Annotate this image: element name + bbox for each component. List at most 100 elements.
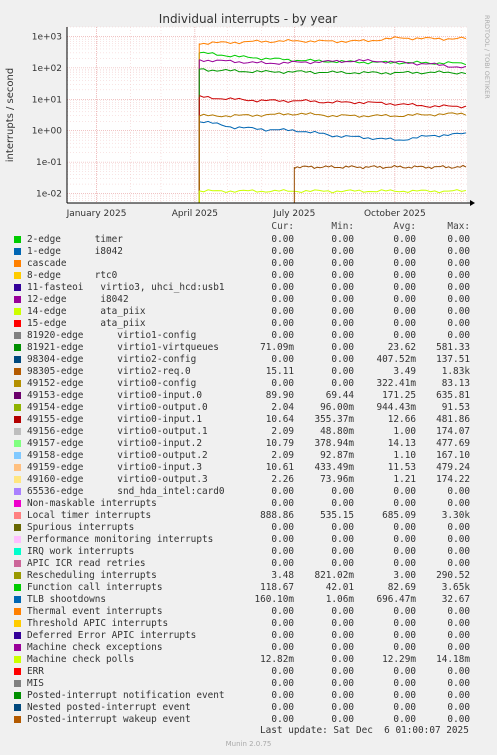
legend-label: 49158-edge virtio0-output.2: [27, 450, 208, 461]
legend-swatch: [14, 248, 21, 255]
legend-min: 0.00: [331, 630, 354, 641]
legend-swatch: [14, 596, 21, 603]
legend-min: 0.00: [331, 558, 354, 569]
legend-row: 1-edge i8042 0.00 0.00 0.00 0.00: [0, 246, 497, 258]
legend-max: 481.86: [436, 414, 470, 425]
legend-min: 0.00: [331, 270, 354, 281]
legend-min: 0.00: [331, 246, 354, 257]
legend-max: 1.83k: [441, 366, 470, 377]
legend-swatch: [14, 404, 21, 411]
legend-label: Deferred Error APIC interrupts: [27, 630, 197, 641]
legend-max: 0.00: [447, 618, 470, 629]
legend-row: IRQ work interrupts 0.00 0.00 0.00 0.00: [0, 546, 497, 558]
legend-row: 49152-edge virtio0-config 0.00 0.00 322.41m…: [0, 378, 497, 390]
y-tick-label: 1e+03: [32, 32, 62, 42]
legend-row: 12-edge i8042 0.00 0.00 0.00 0.00: [0, 294, 497, 306]
legend-label: ERR: [27, 666, 44, 677]
legend-row: Rescheduling interrupts 3.48 821.02m 3.00 29…: [0, 570, 497, 582]
legend-label: 1-edge i8042: [27, 246, 123, 257]
legend-swatch: [14, 512, 21, 519]
legend-min: 0.00: [331, 666, 354, 677]
legend-swatch: [14, 368, 21, 375]
legend-row: Machine check exceptions 0.00 0.00 0.00 0.00: [0, 642, 497, 654]
legend-min: 0.00: [331, 546, 354, 557]
legend-label: 11-fasteoi virtio3, uhci_hcd:usb1: [27, 282, 225, 293]
legend-row: 14-edge ata_piix 0.00 0.00 0.00 0.00: [0, 306, 497, 318]
legend-max: 3.30k: [441, 510, 470, 521]
legend-row: Local timer interrupts 888.86 535.15 685.09…: [0, 510, 497, 522]
legend-max: 0.00: [447, 330, 470, 341]
legend-swatch: [14, 560, 21, 567]
legend-row: 49154-edge virtio0-output.0 2.04 96.00m 944…: [0, 402, 497, 414]
legend-swatch: [14, 668, 21, 675]
legend-max: 0.00: [447, 258, 470, 269]
header-min: Min:: [331, 221, 354, 232]
legend-swatch: [14, 440, 21, 447]
legend-row: 49159-edge virtio0-input.3 10.61 433.49m 11…: [0, 462, 497, 474]
legend-min: 0.00: [331, 378, 354, 389]
legend-min: 0.00: [331, 702, 354, 713]
legend-min: 355.37m: [314, 414, 354, 425]
legend-max: 0.00: [447, 294, 470, 305]
legend-label: 49156-edge virtio0-output.1: [27, 426, 208, 437]
legend-row: 8-edge rtc0 0.00 0.00 0.00 0.00: [0, 270, 497, 282]
legend-swatch: [14, 332, 21, 339]
x-axis-arrow: [470, 200, 475, 206]
legend-label: 49155-edge virtio0-input.1: [27, 414, 202, 425]
legend-min: 92.87m: [320, 450, 354, 461]
legend-label: Performance monitoring interrupts: [27, 534, 214, 545]
legend-swatch: [14, 656, 21, 663]
legend-row: 81921-edge virtio1-virtqueues 71.09m 0.00 2…: [0, 342, 497, 354]
legend-max: 0.00: [447, 678, 470, 689]
legend-max: 0.00: [447, 690, 470, 701]
legend-max: 477.69: [436, 438, 470, 449]
legend-min: 0.00: [331, 294, 354, 305]
legend-swatch: [14, 620, 21, 627]
legend-label: 49159-edge virtio0-input.3: [27, 462, 202, 473]
legend-label: 98304-edge virtio2-config: [27, 354, 197, 365]
legend-row: APIC ICR read retries 0.00 0.00 0.00 0.00: [0, 558, 497, 570]
legend-label: IRQ work interrupts: [27, 546, 135, 557]
legend-swatch: [14, 380, 21, 387]
legend-swatch: [14, 572, 21, 579]
legend-min: 42.01: [325, 582, 354, 593]
legend-label: 49160-edge virtio0-output.3: [27, 474, 208, 485]
legend-label: cascade: [27, 258, 67, 269]
legend-label: Spurious interrupts: [27, 522, 135, 533]
legend-label: 15-edge ata_piix: [27, 318, 146, 329]
legend-row: TLB shootdowns 160.10m 1.06m 696.47m 32.67: [0, 594, 497, 606]
legend-min: 0.00: [331, 282, 354, 293]
header-max: Max:: [447, 221, 470, 232]
legend-min: 433.49m: [314, 462, 354, 473]
legend-row: 2-edge timer 0.00 0.00 0.00 0.00: [0, 234, 497, 246]
legend-max: 0.00: [447, 642, 470, 653]
legend-label: Posted-interrupt notification event: [27, 690, 225, 701]
legend-swatch: [14, 524, 21, 531]
legend-swatch: [14, 296, 21, 303]
legend-max: 32.67: [441, 594, 470, 605]
legend-row: 98305-edge virtio2-req.0 15.11 0.00 3.49 1.8…: [0, 366, 497, 378]
legend-row: Machine check polls 12.82m 0.00 12.29m 14.18…: [0, 654, 497, 666]
legend-min: 0.00: [331, 234, 354, 245]
legend-label: Posted-interrupt wakeup event: [27, 714, 191, 725]
legend-label: 14-edge ata_piix: [27, 306, 146, 317]
legend-label: MIS: [27, 678, 44, 689]
legend-label: 49154-edge virtio0-output.0: [27, 402, 208, 413]
legend-max: 0.00: [447, 246, 470, 257]
legend-label: Local timer interrupts: [27, 510, 152, 521]
legend-min: 0.00: [331, 654, 354, 665]
legend-min: 0.00: [331, 354, 354, 365]
legend-min: 69.44: [325, 390, 354, 401]
legend-swatch: [14, 716, 21, 723]
legend-label: 12-edge i8042: [27, 294, 129, 305]
legend-min: 0.00: [331, 690, 354, 701]
legend-max: 0.00: [447, 606, 470, 617]
legend-max: 14.18m: [436, 654, 470, 665]
legend-max: 0.00: [447, 666, 470, 677]
legend-max: 0.00: [447, 318, 470, 329]
x-tick-label: October 2025: [364, 209, 426, 219]
legend-min: 0.00: [331, 306, 354, 317]
legend-row: 49156-edge virtio0-output.1 2.09 48.80m 1.0…: [0, 426, 497, 438]
legend-swatch: [14, 632, 21, 639]
legend-max: 0.00: [447, 522, 470, 533]
